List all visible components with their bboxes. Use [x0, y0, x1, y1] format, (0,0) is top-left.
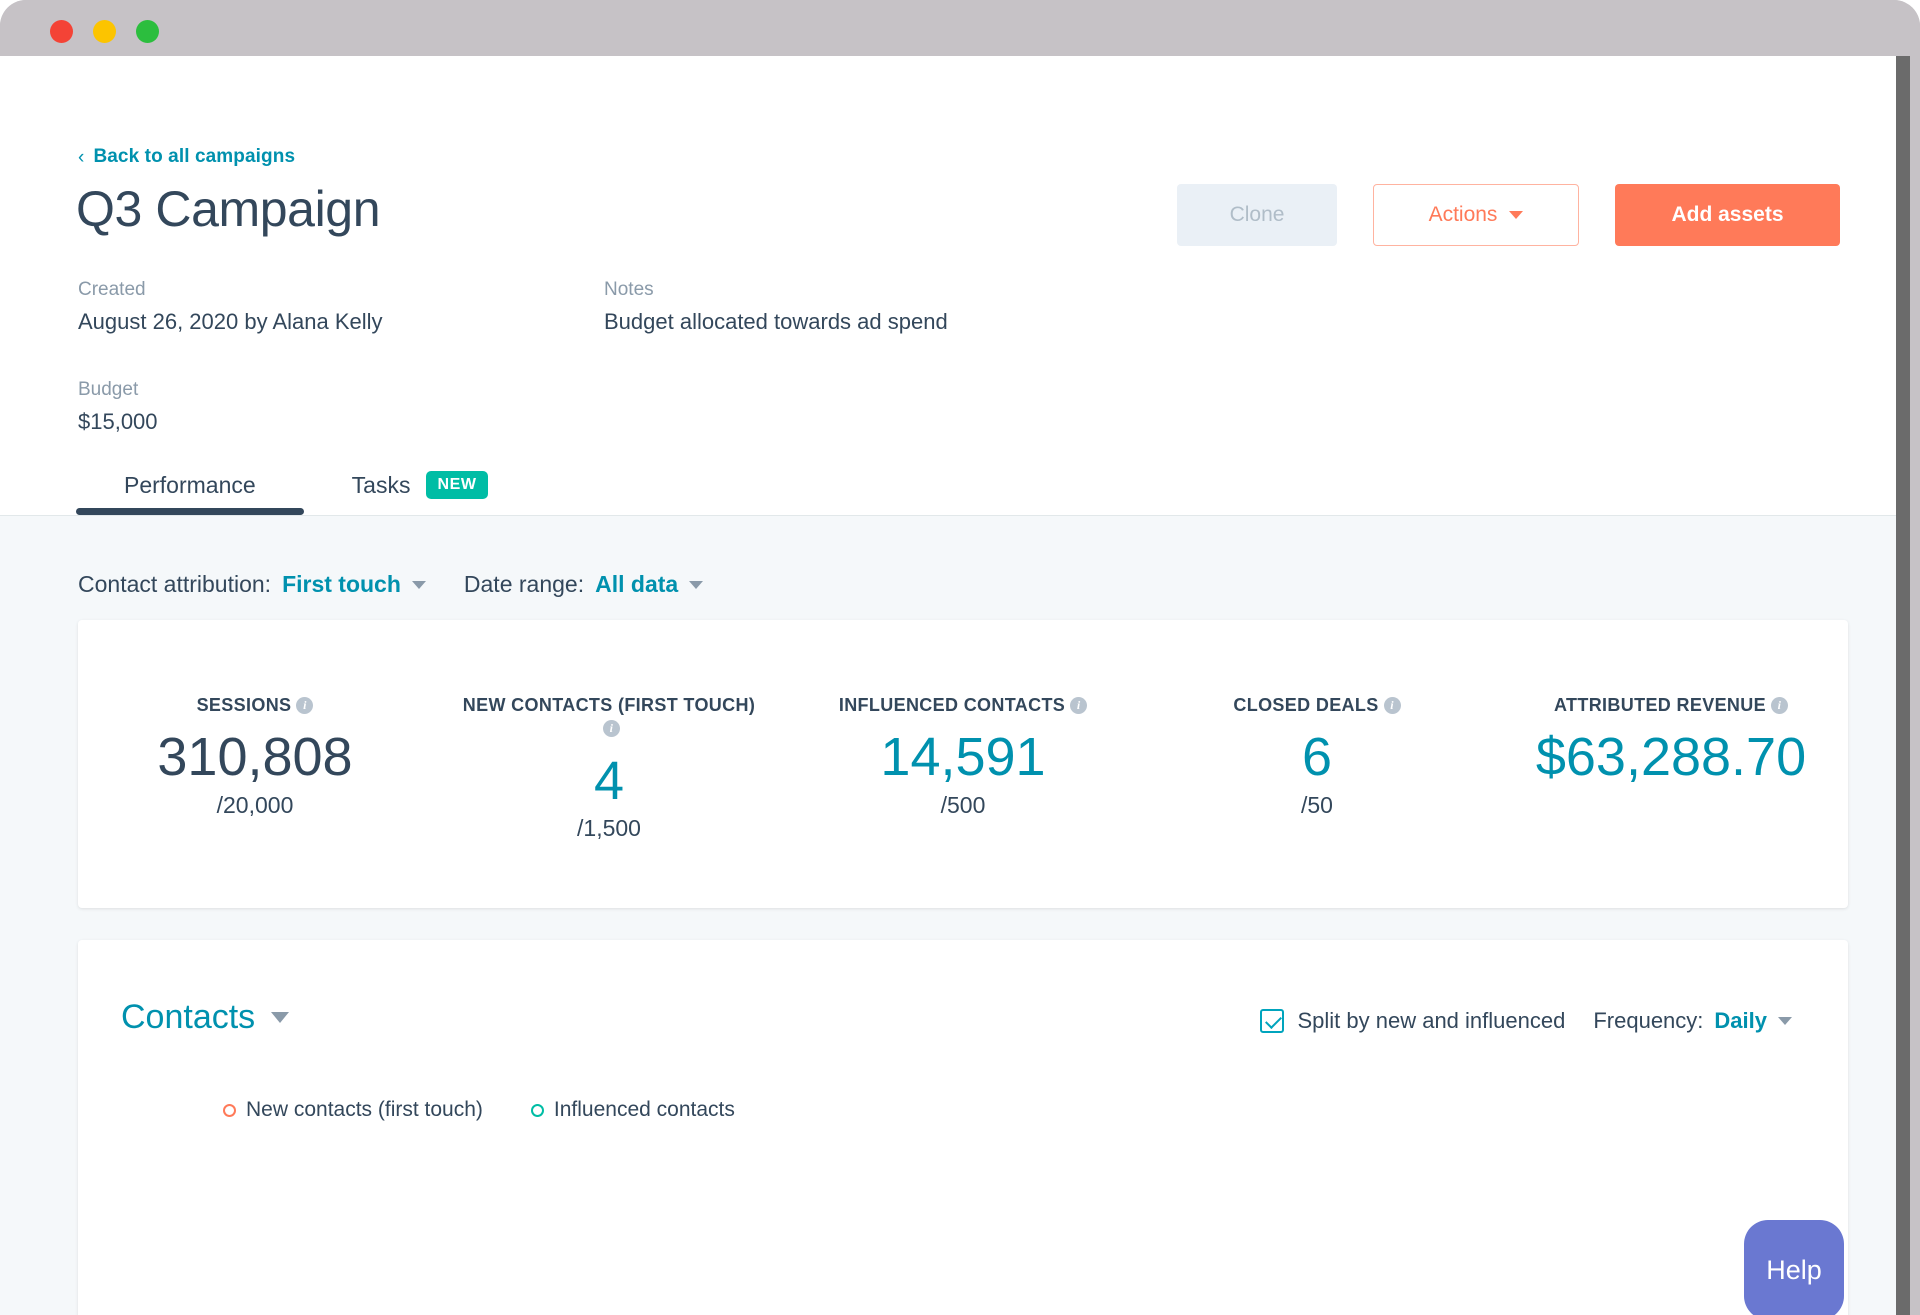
close-window-button[interactable] — [50, 20, 73, 43]
add-assets-button[interactable]: Add assets — [1615, 184, 1840, 246]
meta-budget-label: Budget — [78, 379, 139, 400]
kpi-sessions-value: 310,808 — [157, 727, 353, 788]
back-to-all-campaigns-link[interactable]: ‹ Back to all campaigns — [78, 146, 295, 168]
kpi-sessions-label-text: SESSIONS — [196, 695, 292, 715]
back-link-label: Back to all campaigns — [93, 146, 296, 167]
browser-window: ‹ Back to all campaigns Q3 Campaign Crea… — [0, 0, 1920, 1315]
campaign-header: ‹ Back to all campaigns Q3 Campaign Crea… — [0, 56, 1896, 516]
kpi-influenced-contacts-label-text: INFLUENCED CONTACTS — [838, 695, 1066, 715]
checkbox-checked-icon[interactable] — [1260, 1009, 1285, 1033]
meta-created-label: Created — [78, 279, 146, 300]
contacts-chart-card: Contacts Split by new and influenced Fre… — [78, 940, 1848, 1315]
actions-button[interactable]: Actions — [1373, 184, 1579, 246]
contacts-chart-selector[interactable]: Contacts — [121, 998, 290, 1037]
frequency-label: Frequency: — [1593, 1008, 1704, 1033]
kpi-new-contacts-label: NEW CONTACTS (FIRST TOUCH) i — [454, 694, 764, 741]
contact-attribution-label: Contact attribution: — [78, 571, 272, 597]
chevron-down-icon — [1509, 211, 1524, 219]
kpi-new-contacts-goal: /1,500 — [577, 815, 641, 842]
contacts-chart-title-label: Contacts — [121, 998, 256, 1036]
minimize-window-button[interactable] — [93, 20, 116, 43]
meta-budget: Budget $15,000 — [78, 379, 158, 435]
actions-button-label: Actions — [1428, 203, 1498, 226]
kpi-attributed-revenue-value: $63,288.70 — [1535, 727, 1807, 788]
kpi-attributed-revenue-label-text: ATTRIBUTED REVENUE — [1554, 695, 1766, 715]
kpi-new-contacts-label-text: NEW CONTACTS (FIRST TOUCH) — [462, 695, 756, 715]
kpi-influenced-contacts-goal: /500 — [940, 792, 986, 819]
date-range-label: Date range: — [463, 571, 585, 597]
chart-controls: Split by new and influenced Frequency: D… — [1260, 1008, 1792, 1034]
kpi-attributed-revenue: ATTRIBUTED REVENUE i $63,288.70 — [1494, 694, 1848, 792]
legend-dot-icon — [223, 1103, 236, 1117]
tab-tasks[interactable]: Tasks NEW — [304, 471, 536, 515]
contact-attribution-filter[interactable]: Contact attribution: First touch — [78, 571, 426, 598]
window-titlebar — [0, 0, 1920, 58]
kpi-new-contacts-value: 4 — [593, 750, 625, 811]
legend-label-influenced-contacts: Influenced contacts — [553, 1098, 735, 1121]
info-icon[interactable]: i — [1383, 697, 1401, 714]
kpi-sessions-label: SESSIONS i — [100, 694, 410, 717]
kpi-sessions-goal: /20,000 — [216, 792, 294, 819]
clone-button-label: Clone — [1229, 203, 1285, 226]
tab-performance-label: Performance — [124, 472, 256, 498]
contact-attribution-value[interactable]: First touch — [282, 571, 401, 598]
meta-budget-value: $15,000 — [78, 409, 158, 434]
header-action-buttons: Clone Actions Add assets — [1177, 184, 1840, 246]
meta-notes-label: Notes — [604, 279, 654, 300]
kpi-new-contacts: NEW CONTACTS (FIRST TOUCH) i 4 /1,500 — [432, 694, 786, 842]
split-by-new-and-influenced-toggle[interactable]: Split by new and influenced — [1260, 1008, 1565, 1034]
kpi-influenced-contacts: INFLUENCED CONTACTS i 14,591 /500 — [786, 694, 1140, 819]
legend-dot-icon — [530, 1103, 544, 1117]
split-toggle-label: Split by new and influenced — [1297, 1008, 1566, 1033]
meta-notes-value: Budget allocated towards ad spend — [604, 309, 948, 334]
performance-content: Contact attribution: First touch Date ra… — [0, 516, 1896, 1315]
page-viewport: ‹ Back to all campaigns Q3 Campaign Crea… — [0, 56, 1896, 1315]
chevron-left-icon: ‹ — [78, 146, 85, 168]
kpi-summary-card: SESSIONS i 310,808 /20,000 NEW CONTACTS (… — [78, 620, 1848, 908]
kpi-closed-deals-label-text: CLOSED DEALS — [1233, 695, 1379, 715]
kpi-closed-deals-value: 6 — [1301, 727, 1333, 788]
page-title: Q3 Campaign — [76, 181, 381, 237]
chart-legend: New contacts (first touch) Influenced co… — [223, 1098, 735, 1122]
date-range-filter[interactable]: Date range: All data — [463, 571, 704, 598]
chevron-down-icon[interactable] — [689, 580, 704, 589]
kpi-influenced-contacts-value: 14,591 — [880, 727, 1046, 788]
window-right-edge-inner — [1910, 56, 1920, 1315]
clone-button[interactable]: Clone — [1177, 184, 1337, 246]
info-icon[interactable]: i — [1070, 697, 1088, 714]
legend-item-influenced-contacts[interactable]: Influenced contacts — [530, 1098, 735, 1122]
meta-created: Created August 26, 2020 by Alana Kelly — [78, 279, 383, 335]
kpi-attributed-revenue-label: ATTRIBUTED REVENUE i — [1516, 694, 1826, 717]
frequency-value[interactable]: Daily — [1714, 1008, 1767, 1034]
kpi-closed-deals-label: CLOSED DEALS i — [1162, 694, 1472, 717]
chevron-down-icon[interactable] — [271, 1012, 290, 1023]
add-assets-button-label: Add assets — [1671, 203, 1784, 226]
kpi-closed-deals: CLOSED DEALS i 6 /50 — [1140, 694, 1494, 819]
legend-label-new-contacts: New contacts (first touch) — [246, 1098, 483, 1121]
date-range-value[interactable]: All data — [595, 571, 678, 598]
filter-bar: Contact attribution: First touch Date ra… — [78, 571, 704, 598]
legend-item-new-contacts[interactable]: New contacts (first touch) — [223, 1098, 483, 1122]
meta-notes: Notes Budget allocated towards ad spend — [604, 279, 948, 335]
tab-tasks-label: Tasks — [351, 471, 411, 498]
info-icon[interactable]: i — [603, 720, 620, 738]
kpi-influenced-contacts-label: INFLUENCED CONTACTS i — [808, 694, 1118, 717]
new-badge: NEW — [426, 471, 488, 499]
frequency-filter[interactable]: Frequency: Daily — [1593, 1008, 1792, 1034]
traffic-light-controls — [50, 20, 159, 43]
help-button[interactable]: Help — [1744, 1220, 1844, 1315]
maximize-window-button[interactable] — [136, 20, 159, 43]
kpi-closed-deals-goal: /50 — [1301, 792, 1333, 819]
info-icon[interactable]: i — [1770, 697, 1788, 714]
tab-performance[interactable]: Performance — [76, 472, 304, 515]
help-button-label: Help — [1766, 1254, 1822, 1285]
tab-bar: Performance Tasks NEW — [76, 471, 536, 515]
kpi-sessions: SESSIONS i 310,808 /20,000 — [78, 694, 432, 819]
chevron-down-icon[interactable] — [1778, 1017, 1792, 1025]
meta-created-value: August 26, 2020 by Alana Kelly — [78, 309, 383, 334]
chevron-down-icon[interactable] — [411, 580, 426, 589]
info-icon[interactable]: i — [296, 697, 314, 714]
